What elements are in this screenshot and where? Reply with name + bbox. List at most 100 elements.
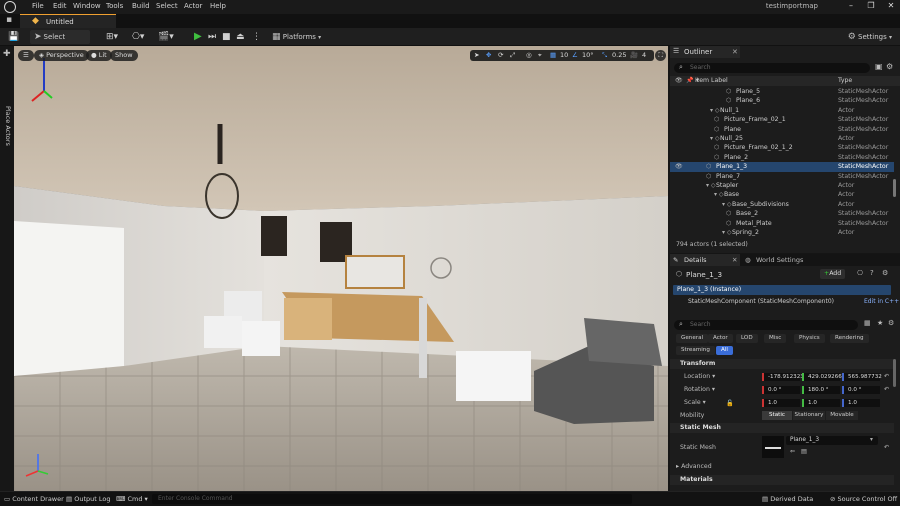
edit-cpp-link[interactable]: Edit in C++ <box>864 298 899 305</box>
outliner-row[interactable]: ⬡ Plane_6 StaticMeshActor <box>670 96 894 105</box>
lock-scale-icon[interactable]: 🔓 <box>726 399 734 407</box>
outliner-row[interactable]: 👁 ⬡ Plane_1_3 StaticMeshActor <box>670 162 894 172</box>
static-mesh-section-header[interactable]: Static Mesh <box>670 423 894 433</box>
static-mesh-thumbnail[interactable] <box>762 436 784 458</box>
scale-z[interactable]: 1.0 <box>842 399 880 407</box>
place-actors-tab[interactable]: Place Actors <box>4 106 12 146</box>
close-tab-icon[interactable]: ✕ <box>732 254 737 266</box>
scale-x[interactable]: 1.0 <box>762 399 800 407</box>
settings-gear-icon[interactable]: ⚙ <box>886 63 893 71</box>
outliner-row[interactable]: ⬡ Plane_2 StaticMeshActor <box>670 153 894 162</box>
source-control-button[interactable]: ⊘ Source Control Off <box>830 495 897 503</box>
filter-streaming[interactable]: Streaming <box>676 346 715 355</box>
level-viewport[interactable]: ☰ ◈ Perspective ● Lit Show ➤ ✥ ⟳ ⤢ ◎ ⌖ ▦… <box>14 46 668 491</box>
surface-snap-icon[interactable]: ⌖ <box>538 51 542 60</box>
outliner-row[interactable]: ▾ ◇ Spring_2 Actor <box>670 228 894 237</box>
minimize-icon[interactable]: – <box>844 1 858 10</box>
menu-actor[interactable]: Actor <box>184 2 202 10</box>
browse-asset-icon[interactable]: ▤ <box>801 448 807 455</box>
details-tab[interactable]: ✎ Details ✕ <box>670 254 740 266</box>
outliner-row[interactable]: ▾ ◇ Base_Subdivisions Actor <box>670 200 894 209</box>
rotation-x[interactable]: 0.0 ° <box>762 386 800 394</box>
maximize-viewport-icon[interactable]: ⛶ <box>655 50 666 61</box>
component-label[interactable]: StaticMeshComponent (StaticMeshComponent… <box>688 298 834 305</box>
instance-row[interactable]: Plane_1_3 (Instance) <box>673 285 891 295</box>
place-actors-icon[interactable]: ✚ <box>3 50 11 59</box>
menu-build[interactable]: Build <box>132 2 150 10</box>
outliner-row[interactable]: ⬡ Base_2 StaticMeshActor <box>670 209 894 218</box>
menu-edit[interactable]: Edit <box>53 2 67 10</box>
menu-select[interactable]: Select <box>156 2 178 10</box>
filter-physics[interactable]: Physics <box>794 334 825 343</box>
cinematics-icon[interactable]: 🎬▾ <box>158 30 174 44</box>
console-command-input[interactable]: Enter Console Command <box>152 494 632 504</box>
location-x[interactable]: -178.912323 <box>762 373 804 381</box>
reset-location-icon[interactable]: ↶ <box>884 373 889 380</box>
scale-y[interactable]: 1.0 <box>802 399 840 407</box>
perspective-button[interactable]: ◈ Perspective <box>34 50 89 61</box>
column-type[interactable]: Type <box>838 77 852 84</box>
outliner-row[interactable]: ▾ ◇ Base Actor <box>670 190 894 199</box>
cmd-button[interactable]: ⌨ Cmd ▾ <box>116 495 148 503</box>
blueprint-icon[interactable]: ⎔▾ <box>132 30 144 44</box>
filter-lod[interactable]: LOD <box>736 334 758 343</box>
rotation-label[interactable]: Rotation ▾ <box>684 386 715 393</box>
outliner-row[interactable]: ▾ ◇ Null_1 Actor <box>670 106 894 115</box>
translate-tool-icon[interactable]: ✥ <box>486 51 491 59</box>
outliner-row[interactable]: ▾ ◇ Stapler Actor <box>670 181 894 190</box>
filter-general[interactable]: General <box>676 334 709 343</box>
more-options-icon[interactable]: ⋮ <box>252 30 261 44</box>
location-label[interactable]: Location ▾ <box>684 373 715 380</box>
output-log-button[interactable]: ▤ Output Log <box>66 495 110 503</box>
rotation-z[interactable]: 0.0 ° <box>842 386 880 394</box>
materials-section-header[interactable]: Materials <box>670 475 894 485</box>
static-mesh-dropdown[interactable]: Plane_1_3 ▾ <box>786 436 878 445</box>
scale-snap-icon[interactable]: ⤡ <box>602 51 607 60</box>
grid-snap-value[interactable]: 10 <box>560 51 568 59</box>
world-space-icon[interactable]: ◎ <box>526 51 532 59</box>
rotation-y[interactable]: 180.0 ° <box>802 386 840 394</box>
content-drawer-button[interactable]: ▭ Content Drawer <box>4 495 64 503</box>
filter-actor[interactable]: Actor <box>708 334 733 343</box>
camera-speed-icon[interactable]: 🎥 <box>630 51 638 59</box>
scale-label[interactable]: Scale ▾ <box>684 399 706 406</box>
outliner-row[interactable]: ⬡ Picture_Frame_02_1 StaticMeshActor <box>670 115 894 124</box>
level-tab[interactable]: ◆ Untitled <box>20 14 116 28</box>
outliner-row[interactable]: ⬡ Picture_Frame_02_1_2 StaticMeshActor <box>670 143 894 152</box>
select-mode-button[interactable]: ➤Select Mode▾ <box>30 30 90 55</box>
outliner-row[interactable]: ▾ ◇ Null_25 Actor <box>670 134 894 143</box>
world-settings-tab[interactable]: ◍ World Settings <box>742 254 812 266</box>
outliner-row[interactable]: ⬡ Plane_7 StaticMeshActor <box>670 172 894 181</box>
object-name[interactable]: Plane_1_3 <box>686 270 722 279</box>
settings-gear-icon[interactable]: ⚙ <box>888 320 894 327</box>
menu-help[interactable]: Help <box>210 2 226 10</box>
add-content-icon[interactable]: ⊞▾ <box>106 30 118 44</box>
settings-button[interactable]: ⚙ Settings ▾ <box>848 30 892 44</box>
details-search-input[interactable]: ⌕ Search <box>674 320 858 330</box>
settings-gear-icon[interactable]: ⚙ <box>882 270 888 277</box>
camera-speed-value[interactable]: 4 <box>642 51 646 59</box>
scale-snap-value[interactable]: 0.25 <box>612 51 626 59</box>
blueprint-icon[interactable]: ⎔ <box>857 270 863 277</box>
menu-file[interactable]: File <box>32 2 44 10</box>
outliner-row[interactable]: ⬡ Plane_5 StaticMeshActor <box>670 87 894 96</box>
stop-icon[interactable]: ■ <box>222 30 231 44</box>
filter-misc[interactable]: Misc <box>764 334 787 343</box>
help-icon[interactable]: ? <box>870 270 874 277</box>
close-tab-icon[interactable]: ✕ <box>732 48 738 56</box>
column-item-label[interactable]: Item Label <box>695 77 728 84</box>
add-component-button[interactable]: +Add <box>820 269 846 279</box>
menu-tools[interactable]: Tools <box>106 2 123 10</box>
outliner-row[interactable]: ⬡ Metal_Plate StaticMeshActor <box>670 219 894 228</box>
grid-view-icon[interactable]: ▦ <box>864 320 871 327</box>
scale-tool-icon[interactable]: ⤢ <box>510 51 515 60</box>
mobility-movable[interactable]: Movable <box>826 411 858 420</box>
outliner-scrollbar[interactable] <box>893 179 896 197</box>
viewport-menu-button[interactable]: ☰ <box>18 50 34 61</box>
rotation-snap-value[interactable]: 10° <box>582 51 594 59</box>
play-icon[interactable]: ▶ <box>194 30 202 44</box>
reset-rotation-icon[interactable]: ↶ <box>884 386 889 393</box>
mobility-stationary[interactable]: Stationary <box>793 411 825 420</box>
advanced-expander[interactable]: ▸ Advanced <box>676 463 712 470</box>
platforms-button[interactable]: ▦ Platforms ▾ <box>272 30 321 44</box>
